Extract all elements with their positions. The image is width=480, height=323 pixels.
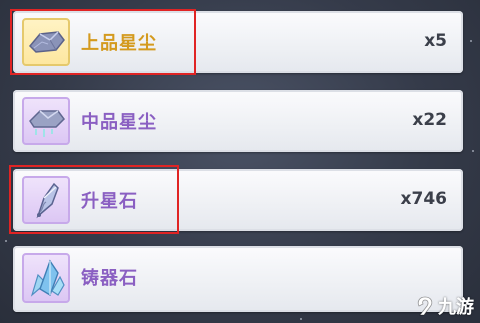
sparkle [472, 150, 474, 152]
nine-game-logo-icon [417, 296, 433, 316]
watermark: 九游 [414, 293, 474, 319]
item-row-mid-stardust[interactable]: 中品星尘 x22 [13, 90, 463, 152]
highlight-box [10, 9, 196, 75]
item-name: 铸器石 [81, 268, 138, 289]
item-quantity: x746 [400, 189, 447, 209]
sparkle [470, 40, 472, 42]
item-quantity: x5 [424, 31, 447, 51]
item-name: 中品星尘 [81, 112, 157, 133]
sparkle [5, 240, 7, 242]
blue-crystal-icon [22, 253, 70, 303]
gem-stardust-mid-icon [22, 97, 70, 145]
item-quantity: x22 [412, 110, 447, 130]
item-row-forge-stone[interactable]: 铸器石 [13, 246, 463, 312]
sparkle [300, 318, 302, 320]
highlight-box [9, 165, 179, 234]
watermark-text: 九游 [438, 297, 474, 318]
